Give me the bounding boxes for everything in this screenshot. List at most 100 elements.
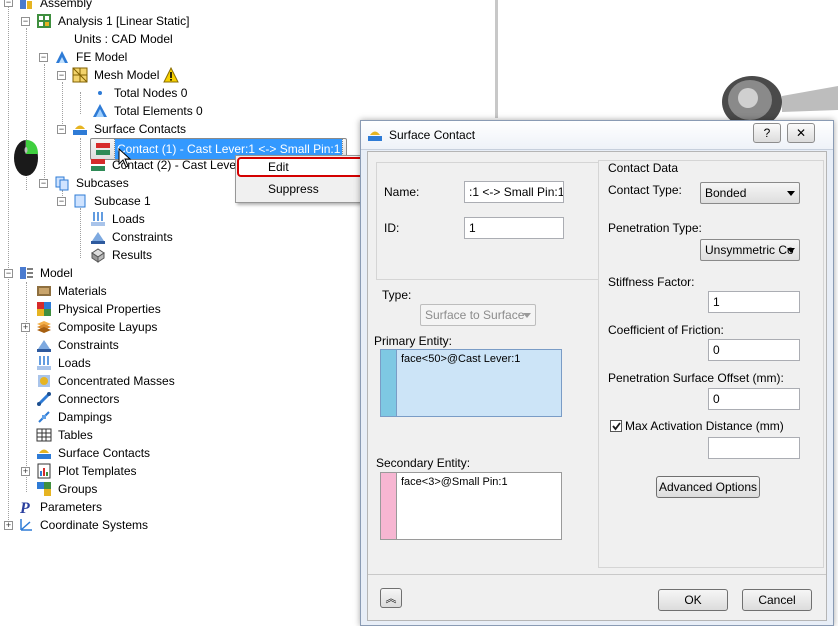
contact-type-select[interactable]: Bonded <box>700 182 800 204</box>
load-icon <box>36 355 52 371</box>
tree-label: Groups <box>58 482 98 496</box>
tree-item-materials[interactable]: Materials <box>36 282 109 300</box>
name-label: Name: <box>384 185 420 199</box>
collapse-toggle[interactable]: − <box>21 17 30 26</box>
mesh-icon <box>72 67 88 83</box>
friction-input[interactable]: 0 <box>708 339 800 361</box>
tree-item-coordinate-systems[interactable]: Coordinate Systems <box>18 516 150 534</box>
collapse-toggle[interactable]: − <box>57 71 66 80</box>
id-input[interactable]: 1 <box>464 217 564 239</box>
advanced-options-button[interactable]: Advanced Options <box>656 476 760 498</box>
primary-entity-list[interactable]: face<50>@Cast Lever:1 <box>380 349 562 417</box>
max-activation-checkbox[interactable] <box>610 420 622 432</box>
primary-color-swatch <box>381 350 396 416</box>
penetration-offset-label: Penetration Surface Offset (mm): <box>608 371 784 385</box>
penetration-offset-input[interactable]: 0 <box>708 388 800 410</box>
name-input[interactable]: :1 <-> Small Pin:1 <box>464 181 564 203</box>
tree-item-constraints[interactable]: Constraints <box>90 228 175 246</box>
tree-item-fe-model[interactable]: FE Model <box>54 48 129 66</box>
collapse-toggle[interactable]: − <box>39 53 48 62</box>
secondary-entity-item[interactable]: face<3>@Small Pin:1 <box>401 476 508 488</box>
cancel-button[interactable]: Cancel <box>742 589 812 611</box>
assembly-icon <box>18 0 34 11</box>
penetration-type-select[interactable]: Unsymmetric Co <box>700 239 800 261</box>
tree-line <box>80 92 81 114</box>
tree-item-model-loads[interactable]: Loads <box>36 354 93 372</box>
tree-item-total-nodes[interactable]: Total Nodes 0 <box>92 84 189 102</box>
tree-item-tables[interactable]: Tables <box>36 426 95 444</box>
help-button[interactable]: ? <box>753 123 781 143</box>
tree-label: Coordinate Systems <box>40 518 149 532</box>
menu-item-suppress[interactable]: Suppress <box>268 179 319 199</box>
tree-label: Dampings <box>58 410 113 424</box>
surface-contact-icon <box>72 121 88 137</box>
tree-item-analysis[interactable]: Analysis 1 [Linear Static] <box>36 12 191 30</box>
fe-model-icon <box>54 49 70 65</box>
tree-label: Surface Contacts <box>58 446 151 460</box>
expand-toggle[interactable]: + <box>4 521 13 530</box>
pane-splitter[interactable] <box>495 0 498 118</box>
tree-item-parameters[interactable]: P Parameters <box>18 498 104 516</box>
tree-item-connectors[interactable]: Connectors <box>36 390 121 408</box>
constraint-icon <box>36 337 52 353</box>
dialog-app-icon <box>367 127 383 146</box>
tree-line <box>26 282 27 492</box>
penetration-type-label: Penetration Type: <box>608 221 702 235</box>
collapse-toggle[interactable]: − <box>4 0 13 7</box>
tree-item-dampings[interactable]: Dampings <box>36 408 114 426</box>
close-icon: ✕ <box>795 126 807 140</box>
secondary-entity-list[interactable]: face<3>@Small Pin:1 <box>380 472 562 540</box>
plot-template-icon <box>36 463 52 479</box>
expand-toggle[interactable]: + <box>21 467 30 476</box>
analysis-icon <box>36 13 52 29</box>
tree-item-total-elements[interactable]: Total Elements 0 <box>92 102 205 120</box>
tree-item-results[interactable]: Results <box>90 246 154 264</box>
collapse-toggle[interactable]: − <box>57 125 66 134</box>
dialog-titlebar[interactable]: Surface Contact ? ✕ <box>361 121 833 150</box>
tree-item-concentrated-masses[interactable]: Concentrated Masses <box>36 372 177 390</box>
load-icon <box>90 211 106 227</box>
warning-icon <box>163 67 180 83</box>
secondary-color-swatch <box>381 473 396 539</box>
tree-item-composite-layups[interactable]: Composite Layups <box>36 318 159 336</box>
materials-icon <box>36 283 52 299</box>
menu-item-edit[interactable]: Edit <box>268 157 289 177</box>
tree-item-subcases[interactable]: Subcases <box>54 174 131 192</box>
ok-button[interactable]: OK <box>658 589 728 611</box>
expand-toggle[interactable]: + <box>21 323 30 332</box>
tree-label: Total Nodes 0 <box>114 86 188 100</box>
checkmark-icon <box>612 422 621 431</box>
tree-item-mesh-model[interactable]: Mesh Model <box>72 66 183 84</box>
collapse-button[interactable]: ︽ <box>380 588 402 608</box>
tree-item-subcase-1[interactable]: Subcase 1 <box>72 192 153 210</box>
collapse-toggle[interactable]: − <box>4 269 13 278</box>
contact-data-label: Contact Data <box>608 161 679 175</box>
tree-item-model[interactable]: Model <box>18 264 75 282</box>
type-select: Surface to Surface <box>420 304 536 326</box>
tree-item-physical-properties[interactable]: Physical Properties <box>36 300 163 318</box>
tree-item-model-constraints[interactable]: Constraints <box>36 336 121 354</box>
tree-item-loads[interactable]: Loads <box>90 210 147 228</box>
chevron-down-icon <box>787 248 795 253</box>
max-activation-input[interactable] <box>708 437 800 459</box>
close-button[interactable]: ✕ <box>787 123 815 143</box>
tree-label: Materials <box>58 284 107 298</box>
tree-item-model-surface-contacts[interactable]: Surface Contacts <box>36 444 152 462</box>
tree-line <box>80 138 81 168</box>
node-icon <box>92 85 108 101</box>
primary-entity-item[interactable]: face<50>@Cast Lever:1 <box>401 353 520 365</box>
tree-item-groups[interactable]: Groups <box>36 480 99 498</box>
id-label: ID: <box>384 221 400 235</box>
tree-item-units[interactable]: Units : CAD Model <box>72 30 175 48</box>
mouse-icon <box>12 132 42 181</box>
dialog-title: Surface Contact <box>389 128 476 142</box>
divider <box>396 350 397 416</box>
tree-item-assembly[interactable]: Assembly <box>18 0 94 12</box>
stiffness-factor-input[interactable]: 1 <box>708 291 800 313</box>
tree-item-plot-templates[interactable]: Plot Templates <box>36 462 139 480</box>
collapse-toggle[interactable]: − <box>57 197 66 206</box>
tree-label: Subcase 1 <box>94 194 151 208</box>
tree-item-contact-2[interactable]: Contact (2) - Cast Leve <box>90 156 238 174</box>
tree-item-surface-contacts[interactable]: Surface Contacts <box>72 120 188 138</box>
results-icon <box>90 247 106 263</box>
